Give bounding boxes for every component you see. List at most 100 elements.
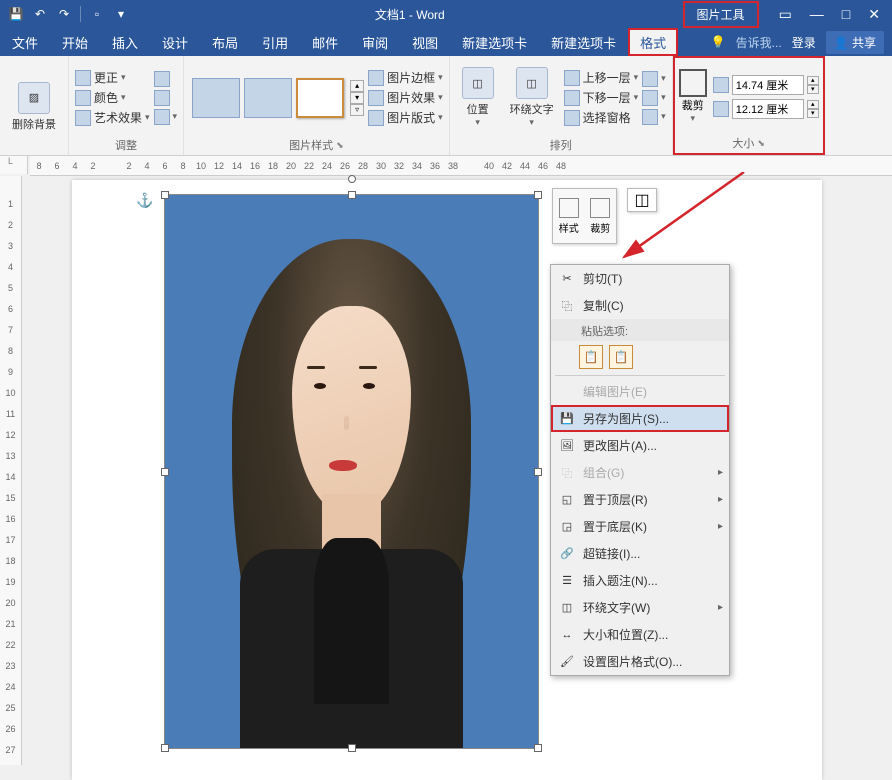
resize-handle-bm[interactable]	[348, 744, 356, 752]
tab-home[interactable]: 开始	[50, 28, 100, 56]
bring-forward-button[interactable]: 上移一层▾	[564, 69, 639, 86]
width-up-icon[interactable]: ▴	[807, 100, 819, 109]
style-thumb-1[interactable]	[192, 78, 240, 118]
undo-icon[interactable]: ↶	[32, 6, 48, 22]
wrap-text-button[interactable]: ◫环绕文字▾	[504, 65, 560, 130]
group-button[interactable]: ▾	[642, 90, 666, 106]
resize-handle-tl[interactable]	[161, 191, 169, 199]
resize-handle-tr[interactable]	[534, 191, 542, 199]
maximize-icon[interactable]: □	[842, 6, 850, 23]
tab-file[interactable]: 文件	[0, 28, 50, 56]
gallery-down-icon[interactable]: ▾	[350, 92, 364, 104]
ribbon-options-icon[interactable]: ▭	[779, 6, 792, 23]
mini-crop-icon	[590, 198, 610, 218]
resize-handle-bl[interactable]	[161, 744, 169, 752]
change-pic-button[interactable]	[154, 90, 178, 106]
ctx-link-label: 超链接(I)...	[583, 545, 640, 562]
ctx-wrap-text[interactable]: ◫环绕文字(W)▸	[551, 594, 729, 621]
back-icon: ◲	[557, 519, 577, 535]
compress-button[interactable]	[154, 71, 178, 87]
compress-icon	[154, 71, 170, 87]
picture-border-button[interactable]: 图片边框▾	[368, 69, 443, 86]
resize-handle-tm[interactable]	[348, 191, 356, 199]
ctx-hyperlink[interactable]: 🔗超链接(I)...	[551, 540, 729, 567]
ctx-save-as-picture[interactable]: 💾另存为图片(S)...	[551, 405, 729, 432]
tab-view[interactable]: 视图	[400, 28, 450, 56]
paste-option-1[interactable]: 📋	[579, 345, 603, 369]
redo-icon[interactable]: ↷	[56, 6, 72, 22]
forward-label: 上移一层	[583, 69, 631, 86]
tell-me-input[interactable]: 告诉我...	[736, 34, 782, 51]
size-launcher-icon[interactable]: ⬊	[757, 138, 765, 149]
color-button[interactable]: 颜色▾	[75, 89, 150, 106]
styles-launcher-icon[interactable]: ⬊	[336, 140, 344, 151]
tab-new1[interactable]: 新建选项卡	[450, 28, 539, 56]
height-up-icon[interactable]: ▴	[807, 76, 819, 85]
gallery-up-icon[interactable]: ▴	[350, 80, 364, 92]
mini-styles-button[interactable]: 样式	[553, 189, 585, 243]
tab-layout[interactable]: 布局	[200, 28, 250, 56]
ctx-change-picture[interactable]: 🖼更改图片(A)...	[551, 432, 729, 459]
selection-pane-button[interactable]: 选择窗格	[564, 109, 639, 126]
resize-handle-br[interactable]	[534, 744, 542, 752]
palette-icon	[75, 90, 91, 106]
close-icon[interactable]: ✕	[868, 6, 880, 23]
tab-references[interactable]: 引用	[250, 28, 300, 56]
ctx-insert-caption[interactable]: ☰插入题注(N)...	[551, 567, 729, 594]
rotate-button[interactable]: ▾	[642, 109, 666, 125]
ctx-format-picture[interactable]: 🖌设置图片格式(O)...	[551, 648, 729, 675]
width-down-icon[interactable]: ▾	[807, 109, 819, 118]
minimize-icon[interactable]: —	[810, 6, 824, 23]
width-input[interactable]: 12.12 厘米	[732, 99, 804, 119]
mini-crop-button[interactable]: 裁剪	[585, 189, 617, 243]
style-thumb-3[interactable]	[296, 78, 344, 118]
send-backward-button[interactable]: 下移一层▾	[564, 89, 639, 106]
align-button[interactable]: ▾	[642, 71, 666, 87]
wrap-text-icon: ◫	[557, 600, 577, 616]
qat-dropdown-icon[interactable]: ▾	[113, 6, 129, 22]
ctx-copy[interactable]: ⿻复制(C)	[551, 292, 729, 319]
backward-label: 下移一层	[583, 89, 631, 106]
anchor-icon[interactable]: ⚓	[136, 192, 153, 209]
tab-new2[interactable]: 新建选项卡	[539, 28, 628, 56]
picture-layout-button[interactable]: 图片版式▾	[368, 109, 443, 126]
tab-review[interactable]: 审阅	[350, 28, 400, 56]
style-thumb-2[interactable]	[244, 78, 292, 118]
ctx-size-position[interactable]: ↔大小和位置(Z)...	[551, 621, 729, 648]
share-button[interactable]: 👤 共享	[826, 31, 884, 54]
layout-options-button[interactable]: ◫	[627, 188, 657, 212]
remove-background-button[interactable]: ▨ 删除背景	[6, 80, 62, 134]
tab-mailings[interactable]: 邮件	[300, 28, 350, 56]
gallery-more-icon[interactable]: ▿	[350, 104, 364, 116]
corrections-button[interactable]: 更正▾	[75, 69, 150, 86]
save-icon[interactable]: 💾	[8, 6, 24, 22]
tab-design[interactable]: 设计	[150, 28, 200, 56]
paste-options: 📋 📋	[551, 341, 729, 373]
position-button[interactable]: ◫位置▾	[456, 65, 500, 130]
login-button[interactable]: 登录	[792, 34, 816, 51]
reset-pic-button[interactable]: ▾	[154, 109, 178, 125]
picture-tools-tab[interactable]: 图片工具	[683, 1, 759, 28]
tab-insert[interactable]: 插入	[100, 28, 150, 56]
height-input[interactable]: 14.74 厘米	[732, 75, 804, 95]
group-remove-bg: ▨ 删除背景	[0, 56, 69, 155]
ctx-send-back[interactable]: ◲置于底层(K)▸	[551, 513, 729, 540]
resize-handle-ml[interactable]	[161, 468, 169, 476]
rotate-handle[interactable]	[348, 175, 356, 183]
selected-image[interactable]	[164, 194, 539, 749]
resize-handle-mr[interactable]	[534, 468, 542, 476]
picture-effects-button[interactable]: 图片效果▾	[368, 89, 443, 106]
tab-format[interactable]: 格式	[628, 28, 678, 56]
caption-icon: ☰	[557, 573, 577, 589]
page[interactable]: ⚓	[72, 180, 822, 780]
horizontal-ruler[interactable]: 8642 2468101214161820222426283032343638 …	[30, 156, 892, 176]
new-doc-icon[interactable]: ▫	[89, 6, 105, 22]
vertical-ruler[interactable]: 1234567891011121314151617181920212223242…	[0, 176, 22, 765]
artistic-effects-button[interactable]: 艺术效果▾	[75, 109, 150, 126]
ctx-cut[interactable]: ✂剪切(T)	[551, 265, 729, 292]
crop-button[interactable]: 裁剪▾	[679, 69, 707, 124]
document-area[interactable]: ⚓	[22, 176, 892, 765]
ctx-bring-front[interactable]: ◱置于顶层(R)▸	[551, 486, 729, 513]
paste-option-2[interactable]: 📋	[609, 345, 633, 369]
height-down-icon[interactable]: ▾	[807, 85, 819, 94]
